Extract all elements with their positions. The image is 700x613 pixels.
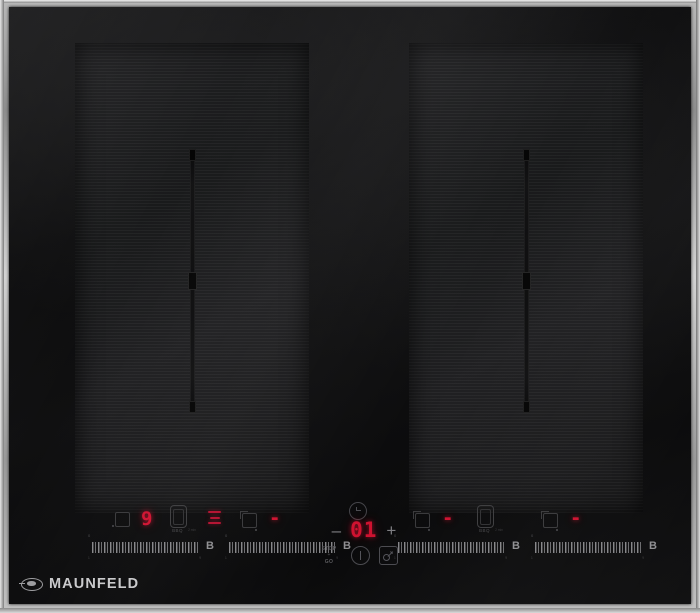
left-front-slider[interactable]: 0 1 9 B [86,533,214,560]
divider-cap-top [522,149,530,161]
bbq-sub-label: 2 min [495,528,503,532]
right-bbq-button[interactable]: BBQ 2 min [477,505,503,533]
slider-boost-label[interactable]: B [649,540,657,553]
stop-go-button[interactable]: STOP + GO [316,546,342,565]
stop-go-line3: GO [324,558,334,565]
slider-boost-label[interactable]: B [512,540,520,553]
right-rear-zone-readout[interactable]: - [541,507,583,531]
divider-cap-top [188,149,196,161]
left-rear-zone-readout[interactable]: - [240,507,282,531]
right-front-slider[interactable]: 0 1 9 B [392,533,520,560]
left-front-zone-readout[interactable]: 9 [111,508,154,530]
frame-edge-right [696,0,700,613]
slider-max-label: 9 [199,556,201,560]
right-front-level-display: - [442,507,455,529]
zone-dot [111,524,114,527]
slider-ticks-major [398,542,506,553]
bbq-grill-icon [170,505,187,528]
brand-logo: MAUNFELD [19,576,140,592]
zone-rear-icon [541,510,558,531]
right-rear-slider[interactable]: 0 1 9 B [529,533,657,560]
slider-min-label: 1 [531,556,533,560]
slider-min-label: 1 [394,556,396,560]
zone-left-divider-icon [187,149,197,413]
slider-min-label: 1 [225,556,227,560]
slider-zero-label: 0 [88,533,91,538]
zone-front-icon [111,512,130,527]
glass-panel: 9 BBQ 2 min - 0 1 9 B 0 1 9 B – 01 + STO… [9,7,691,604]
zone-right-divider-icon [521,149,531,413]
power-level-bars-icon [208,511,221,524]
power-button-icon[interactable] [351,546,370,565]
right-rear-level-display: - [570,507,583,529]
slider-zero-label: 0 [531,533,534,538]
bbq-label: BBQ [172,528,183,533]
frame-edge-left [0,0,4,613]
zone-front-icon [413,510,430,531]
slider-max-label: 9 [505,556,507,560]
divider-middle [187,272,197,290]
left-front-level-display: 9 [141,508,154,530]
induction-cooktop: 9 BBQ 2 min - 0 1 9 B 0 1 9 B – 01 + STO… [0,0,700,613]
frame-edge-bottom [0,608,700,613]
frame-edge-top [0,0,700,3]
timer-value-display: 01 [350,518,378,542]
zone-rear-icon [240,510,257,531]
bbq-label: BBQ [479,528,490,533]
divider-cap-bottom [188,401,196,413]
slider-zero-label: 0 [225,533,228,538]
timer-minus-button[interactable]: – [332,522,341,539]
cooking-zone-left[interactable] [75,43,309,513]
right-front-zone-readout[interactable]: - [413,507,455,531]
brand-name: MAUNFELD [49,576,140,592]
slider-boost-label[interactable]: B [206,540,214,553]
control-panel: 9 BBQ 2 min - 0 1 9 B 0 1 9 B – 01 + STO… [9,494,691,604]
cooking-zone-right[interactable] [409,43,643,513]
glass-surface: 9 BBQ 2 min - 0 1 9 B 0 1 9 B – 01 + STO… [9,7,691,604]
left-bbq-button[interactable]: BBQ 2 min [170,505,196,533]
divider-middle [521,272,531,290]
maunfeld-oval-logo-icon [19,577,43,591]
slider-max-label: 9 [642,556,644,560]
slider-ticks-major [92,542,200,553]
slider-min-label: 1 [88,556,90,560]
left-rear-level-display: - [269,507,282,529]
slider-zero-label: 0 [394,533,397,538]
divider-cap-bottom [522,401,530,413]
slider-ticks-major [535,542,643,553]
bbq-sub-label: 2 min [188,528,196,532]
bbq-grill-icon [477,505,494,528]
